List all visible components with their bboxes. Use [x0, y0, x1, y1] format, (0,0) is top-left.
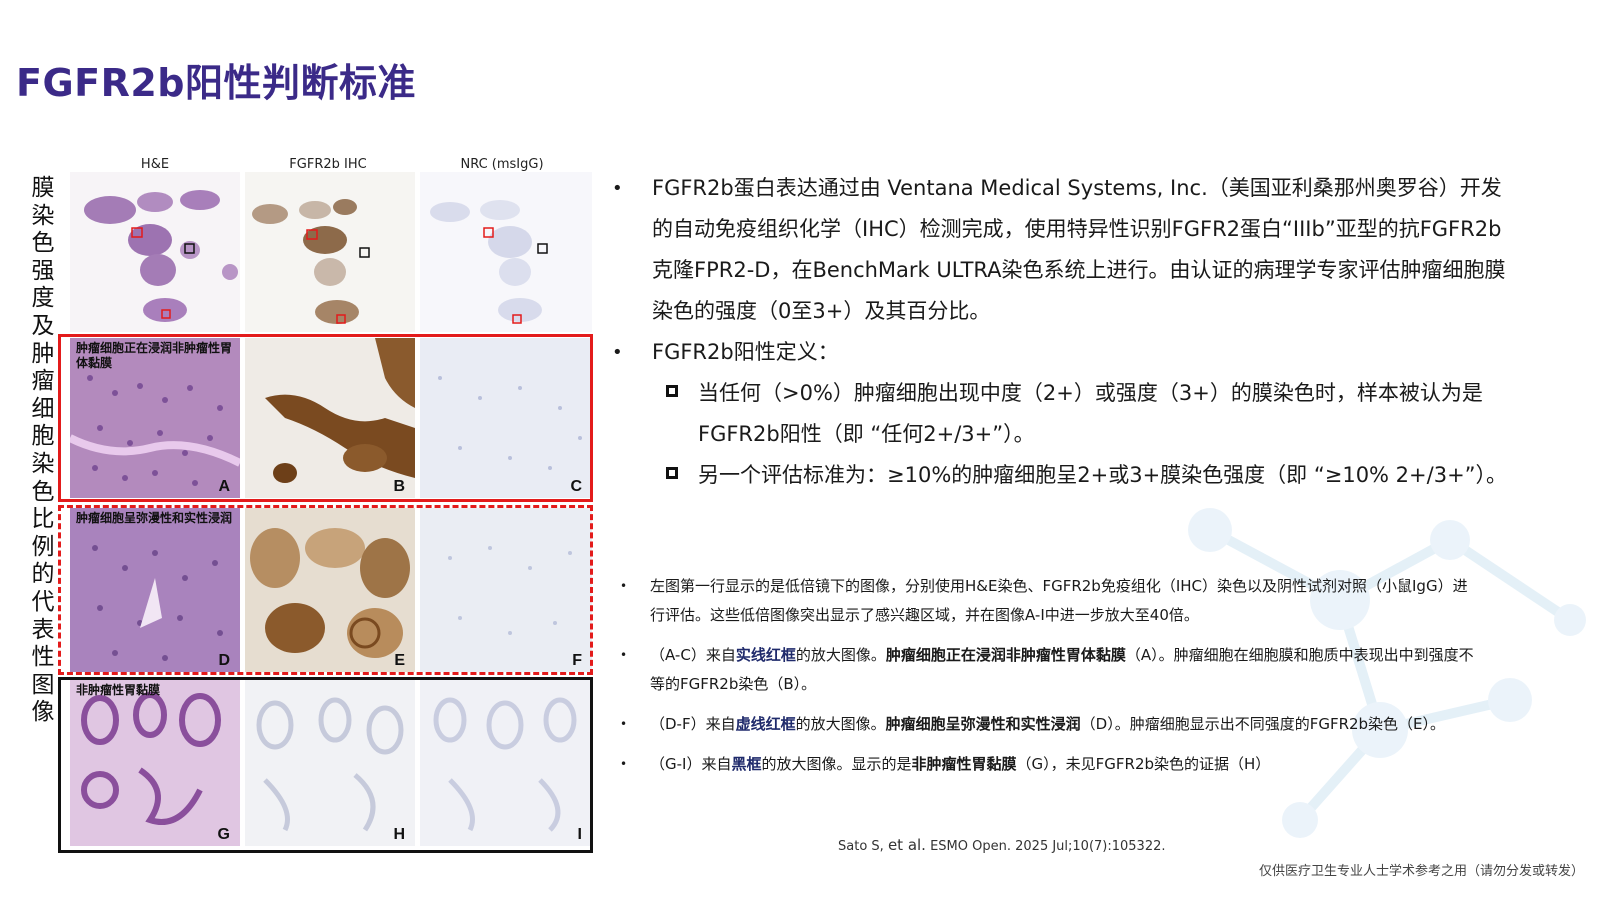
panel-e-letter: E — [394, 652, 405, 669]
sub-item-any-2-3: 当任何（>0%）肿瘤细胞出现中度（2+）或强度（3+）的膜染色时，样本被认为是F… — [612, 373, 1512, 455]
bullet-dot: • — [620, 717, 628, 731]
panel-c-letter: C — [570, 478, 582, 495]
square-bullet-icon — [666, 467, 678, 479]
panel-d-letter: D — [218, 652, 230, 669]
figure-side-label: 膜染色强度及肿瘤细胞染色比例的代表性图像 — [31, 175, 55, 726]
bullet-dot: • — [620, 757, 628, 771]
bullet-item-ihc-method: • FGFR2b蛋白表达通过由 Ventana Medical Systems,… — [612, 168, 1512, 332]
panel-d-caption: 肿瘤细胞呈弥漫性和实性浸润 — [76, 511, 233, 525]
panel-f-letter: F — [572, 652, 582, 669]
bullet-dot: • — [612, 178, 623, 199]
panel-b-image: B — [245, 338, 415, 498]
square-bullet-icon — [666, 385, 678, 397]
page-title: FGFR2b阳性判断标准 — [16, 61, 417, 105]
panel-g-caption: 非肿瘤性胃黏膜 — [76, 683, 161, 697]
panel-a-image: 肿瘤细胞正在浸润非肿瘤性胃体黏膜 A — [70, 338, 240, 498]
panel-h-image: H — [245, 680, 415, 846]
panel-i-letter: I — [577, 826, 582, 843]
column-header-he: H&E — [140, 157, 170, 172]
bullet-dot: • — [620, 648, 628, 662]
note-item-d-f: • （D-F）来自虚线红框的放大图像。肿瘤细胞呈弥漫性和实性浸润（D）。肿瘤细胞… — [620, 710, 1480, 739]
sub-item-10-percent: 另一个评估标准为：≥10%的肿瘤细胞呈2+或3+膜染色强度（即 “≥10% 2+… — [612, 455, 1512, 496]
bullet-dot: • — [620, 579, 628, 593]
column-header-nrc: NRC (msIgG) — [460, 157, 544, 172]
panel-g-image: 非肿瘤性胃黏膜 G — [70, 680, 240, 846]
footer-disclaimer: 仅供医疗卫生专业人士学术参考之用（请勿分发或转发） — [1258, 864, 1584, 879]
panel-g-letter: G — [217, 826, 230, 843]
note-item-overview: • 左图第一行显示的是低倍镜下的图像，分别使用H&E染色、FGFR2b免疫组化（… — [620, 572, 1480, 630]
panel-a-caption: 肿瘤细胞正在浸润非肿瘤性胃体黏膜 — [76, 341, 233, 370]
note-item-a-c: • （A-C）来自实线红框的放大图像。肿瘤细胞正在浸润非肿瘤性胃体黏膜（A）。肿… — [620, 641, 1480, 699]
citation: Sato S, et al. ESMO Open. 2025 Jul;10(7)… — [838, 836, 1166, 854]
panel-b-letter: B — [393, 478, 405, 495]
panel-e-image: E — [245, 508, 415, 672]
column-header-fgfr2b-ihc: FGFR2b IHC — [289, 157, 367, 172]
overview-he-image — [70, 172, 240, 332]
figure-notes: • 左图第一行显示的是低倍镜下的图像，分别使用H&E染色、FGFR2b免疫组化（… — [620, 572, 1480, 790]
panel-c-image: C — [420, 338, 592, 498]
panel-i-image: I — [420, 680, 592, 846]
overview-nrc-image — [420, 172, 592, 332]
note-item-g-i: • （G-I）来自黑框的放大图像。显示的是非肿瘤性胃黏膜（G），未见FGFR2b… — [620, 750, 1480, 779]
main-bullets: • FGFR2b蛋白表达通过由 Ventana Medical Systems,… — [612, 168, 1512, 496]
bullet-item-positive-definition: • FGFR2b阳性定义： — [612, 332, 1512, 373]
panel-h-letter: H — [393, 826, 405, 843]
bullet-dot: • — [612, 342, 623, 363]
panel-f-image: F — [420, 508, 592, 672]
panel-d-image: 肿瘤细胞呈弥漫性和实性浸润 D — [70, 508, 240, 672]
overview-fgfr2b-image — [245, 172, 415, 332]
panel-a-letter: A — [218, 478, 230, 495]
